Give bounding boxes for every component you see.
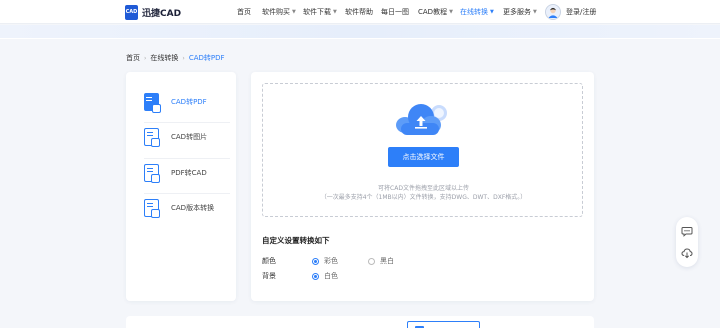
nav-software-help[interactable]: 软件帮助 [345, 7, 373, 17]
background-label: 背景 [262, 272, 276, 280]
cloud-upload-icon [396, 104, 447, 135]
sidebar-item-label: CAD版本转换 [171, 204, 215, 212]
nav-software-download[interactable]: 软件下载 ▼ [303, 7, 337, 17]
file-drop-zone[interactable]: 点击选择文件 可将CAD文件拖拽至此区域以上传 （一次最多支持4个（1MB以内）… [262, 83, 583, 217]
logo-text: 迅捷CAD [142, 8, 182, 19]
login-register-link[interactable]: 登录/注册 [566, 7, 596, 17]
chevron-down-icon: ▼ [292, 9, 296, 15]
breadcrumb-separator-icon: › [182, 54, 185, 62]
radio-black-white[interactable]: 黑白 [368, 256, 394, 266]
sidebar-item-label: CAD转PDF [171, 98, 207, 106]
cad-version-convert-icon [144, 199, 160, 218]
nav-daily-drawing[interactable]: 每日一图 [381, 7, 409, 17]
sidebar-item-cad-to-image[interactable]: CAD转图片 [144, 127, 230, 147]
upload-limits-hint: （一次最多支持4个（1MB以内）文件转换，支持DWG、DWT、DXF格式。） [320, 194, 527, 201]
secondary-panel [126, 316, 594, 328]
user-avatar-icon [546, 5, 560, 19]
color-label: 颜色 [262, 257, 276, 265]
sidebar-item-cad-version-convert[interactable]: CAD版本转换 [144, 198, 230, 218]
breadcrumb: 首页 › 在线转换 › CAD转PDF [126, 53, 225, 63]
floating-toolbar [676, 217, 698, 267]
settings-title: 自定义设置转换如下 [262, 236, 330, 245]
radio-unchecked-icon [368, 257, 375, 265]
sidebar-item-cad-to-pdf[interactable]: CAD转PDF [144, 92, 230, 113]
select-file-button[interactable]: 点击选择文件 [388, 147, 459, 167]
sidebar-item-label: PDF转CAD [171, 169, 207, 177]
conversion-sidebar: CAD转PDF CAD转图片 PDF转CAD CAD版本转换 [126, 72, 236, 301]
conversion-panel: 点击选择文件 可将CAD文件拖拽至此区域以上传 （一次最多支持4个（1MB以内）… [251, 72, 594, 301]
radio-white-background[interactable]: 白色 [312, 271, 338, 281]
radio-checked-icon [312, 257, 319, 265]
drag-drop-hint: 可将CAD文件拖拽至此区域以上传 [378, 185, 469, 192]
breadcrumb-section[interactable]: 在线转换 [150, 53, 178, 63]
secondary-panel-tab[interactable] [407, 321, 480, 328]
nav-home[interactable]: 首页 [237, 7, 251, 17]
pdf-to-cad-icon [144, 164, 160, 183]
divider [144, 158, 230, 159]
chevron-down-icon: ▼ [449, 9, 453, 15]
radio-checked-icon [312, 272, 319, 280]
chat-icon[interactable] [681, 225, 693, 237]
site-logo[interactable]: CAD 迅捷CAD [125, 4, 181, 20]
chevron-down-icon: ▼ [490, 9, 494, 15]
sidebar-item-pdf-to-cad[interactable]: PDF转CAD [144, 163, 230, 183]
divider [144, 122, 230, 123]
cad-to-image-icon [144, 128, 160, 147]
sidebar-item-label: CAD转图片 [171, 133, 208, 141]
cad-to-pdf-icon [144, 93, 161, 113]
header-banner-strip [0, 25, 720, 39]
radio-color[interactable]: 彩色 [312, 256, 338, 266]
top-navigation-bar: CAD 迅捷CAD 首页 软件购买 ▼ 软件下载 ▼ 软件帮助 每日一图 CAD教程… [0, 0, 720, 24]
breadcrumb-separator-icon: › [144, 54, 147, 62]
nav-cad-tutorial[interactable]: CAD教程 ▼ [418, 7, 453, 17]
breadcrumb-home[interactable]: 首页 [126, 53, 140, 63]
avatar[interactable] [545, 4, 561, 20]
cloud-download-icon[interactable] [681, 247, 693, 259]
nav-software-purchase[interactable]: 软件购买 ▼ [262, 7, 296, 17]
breadcrumb-current: CAD转PDF [188, 54, 225, 62]
nav-more-services[interactable]: 更多服务 ▼ [503, 7, 537, 17]
logo-badge: CAD [125, 4, 138, 20]
chevron-down-icon: ▼ [533, 9, 537, 15]
divider [144, 193, 230, 194]
nav-online-convert[interactable]: 在线转换 ▼ [460, 7, 494, 17]
chevron-down-icon: ▼ [333, 9, 337, 15]
